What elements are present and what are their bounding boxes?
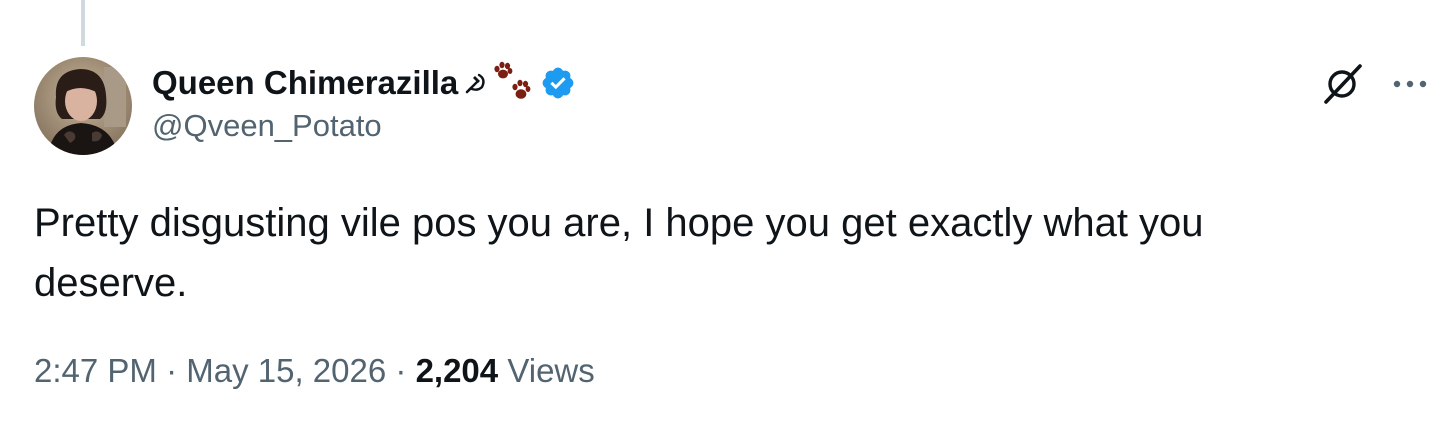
tweet-header: Queen Chimerazilla @Qveen_Potato — [152, 60, 1296, 144]
views-label: Views — [507, 352, 595, 389]
more-options-button[interactable] — [1390, 66, 1430, 102]
hammer-and-sickle-icon — [464, 71, 488, 95]
avatar-image — [34, 57, 132, 155]
verified-badge-icon[interactable] — [540, 65, 576, 101]
author-handle[interactable]: @Qveen_Potato — [152, 108, 1296, 144]
views-count[interactable]: 2,204 — [416, 352, 499, 389]
more-options-icon — [1393, 80, 1427, 88]
tweet-date[interactable]: May 15, 2026 — [186, 352, 386, 389]
paw-prints-icon — [490, 61, 532, 105]
tweet-time[interactable]: 2:47 PM — [34, 352, 157, 389]
avatar[interactable] — [34, 57, 132, 155]
grok-icon — [1324, 64, 1362, 104]
tweet-metadata: 2:47 PM · May 15, 2026 · 2,204 Views — [34, 352, 595, 390]
grok-button[interactable] — [1318, 60, 1366, 108]
author-display-name[interactable]: Queen Chimerazilla — [152, 64, 458, 102]
meta-separator: · — [166, 352, 178, 389]
author-name-row: Queen Chimerazilla — [152, 60, 1296, 106]
tweet-text: Pretty disgusting vile pos you are, I ho… — [34, 201, 1204, 305]
thread-connector-line — [81, 0, 85, 46]
meta-separator: · — [395, 352, 407, 389]
